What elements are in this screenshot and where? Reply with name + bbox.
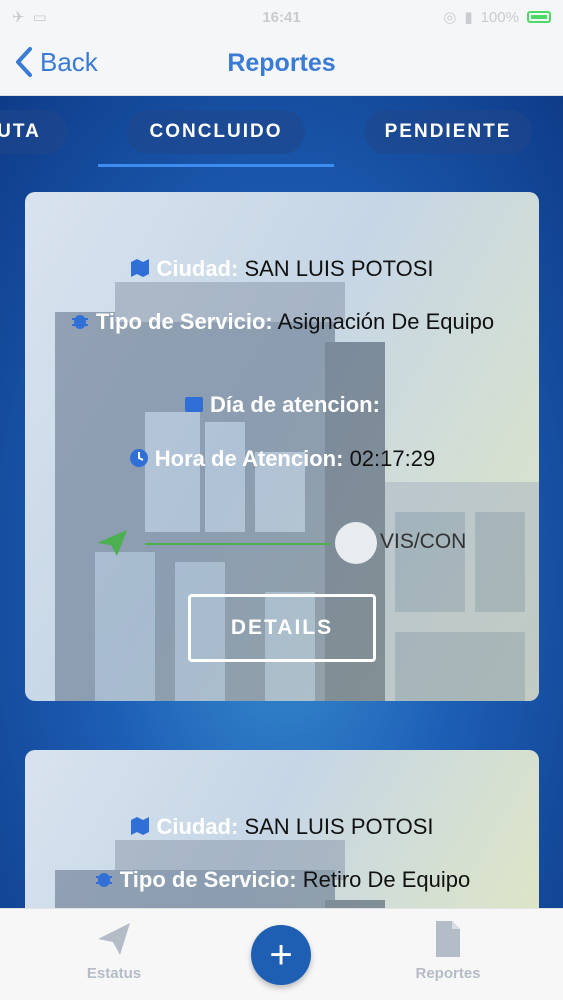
tab-reportes-label: Reportes <box>415 965 481 982</box>
city-label: Ciudad: <box>156 256 239 281</box>
segment-tabs: UTA CONCLUIDO PENDIENTE <box>0 96 563 172</box>
document-icon <box>436 921 460 957</box>
report-card: Ciudad: SAN LUIS POTOSI Tipo de Servicio… <box>25 750 539 908</box>
map-icon <box>131 817 150 835</box>
slider-label: VIS/CON <box>380 530 467 553</box>
tab-reportes[interactable]: Reportes <box>388 919 508 982</box>
send-arrow-icon <box>97 530 127 556</box>
tab-estatus-label: Estatus <box>86 965 142 982</box>
city-value: SAN LUIS POTOSI <box>244 256 434 281</box>
tab-ruta[interactable]: UTA <box>0 110 68 154</box>
main-content: UTA CONCLUIDO PENDIENTE Ciudad: SAN LUIS… <box>0 96 563 908</box>
details-button[interactable]: DETAILS <box>188 594 376 662</box>
service-row: Tipo de Servicio: Retiro De Equipo <box>65 865 499 895</box>
service-value: Retiro De Equipo <box>302 867 471 892</box>
add-button[interactable]: + <box>251 925 311 985</box>
page-title: Reportes <box>227 49 336 77</box>
active-tab-indicator <box>98 164 334 167</box>
report-card: Ciudad: SAN LUIS POTOSI Tipo de Servicio… <box>25 192 539 701</box>
service-value: Asignación De Equipo <box>277 309 495 334</box>
slider-knob[interactable] <box>335 522 377 564</box>
clock-icon <box>129 449 148 467</box>
nav-bar: Back Reportes <box>0 34 563 96</box>
service-row: Tipo de Servicio: Asignación De Equipo <box>65 307 499 337</box>
status-bar: ✈ ▭ 16:41 ◎ ▮ 100% <box>0 0 563 34</box>
city-row: Ciudad: SAN LUIS POTOSI <box>65 254 499 284</box>
bottom-tab-bar: Estatus + Reportes <box>0 908 563 1000</box>
time-row: Hora de Atencion: 02:17:29 <box>65 444 499 474</box>
city-value: SAN LUIS POTOSI <box>244 814 434 839</box>
vis-con-slider[interactable]: VIS/CON <box>95 522 515 564</box>
bug-icon <box>95 873 112 887</box>
send-icon <box>98 923 130 955</box>
service-label: Tipo de Servicio: <box>95 309 273 334</box>
tab-pendiente[interactable]: PENDIENTE <box>364 110 532 154</box>
map-icon <box>131 259 150 277</box>
plus-icon: + <box>269 932 293 977</box>
time-value: 02:17:29 <box>349 446 436 471</box>
bug-icon <box>71 315 88 329</box>
battery-icon <box>527 11 551 23</box>
status-time: 16:41 <box>262 8 301 26</box>
day-label: Día de atencion: <box>210 392 380 417</box>
service-label: Tipo de Servicio: <box>119 867 297 892</box>
tab-estatus[interactable]: Estatus <box>54 919 174 982</box>
city-row: Ciudad: SAN LUIS POTOSI <box>65 812 499 842</box>
city-label: Ciudad: <box>156 814 239 839</box>
calendar-icon <box>185 397 204 412</box>
tab-concluido[interactable]: CONCLUIDO <box>127 110 305 154</box>
slider-track[interactable] <box>145 543 330 545</box>
day-row: Día de atencion: <box>65 390 499 420</box>
time-label: Hora de Atencion: <box>154 446 344 471</box>
